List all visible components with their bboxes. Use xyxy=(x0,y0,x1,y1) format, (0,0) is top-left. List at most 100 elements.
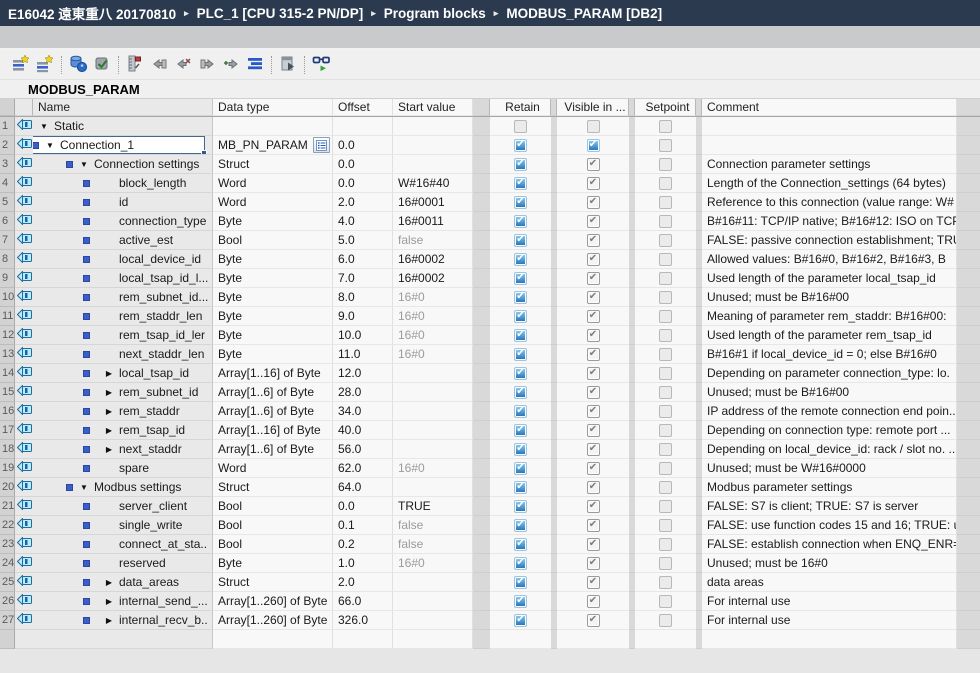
offset-cell[interactable]: 11.0 xyxy=(333,345,393,364)
table-row[interactable]: 13next_staddr_lenByte11.016#0✔✔B#16#1 if… xyxy=(0,345,980,364)
data-type-cell[interactable]: Byte xyxy=(213,269,333,288)
table-row[interactable]: 11rem_staddr_lenByte9.016#0✔✔Meaning of … xyxy=(0,307,980,326)
row-number[interactable]: 14 xyxy=(0,364,15,383)
table-row[interactable]: 23connect_at_sta..Bool0.2false✔✔FALSE: e… xyxy=(0,535,980,554)
name-cell[interactable]: rem_staddr_len xyxy=(33,307,213,326)
comment-cell[interactable]: Depending on connection type: remote por… xyxy=(702,421,957,440)
breadcrumb-item[interactable]: MODBUS_PARAM [DB2] xyxy=(506,6,662,21)
table-row[interactable]: 6connection_typeByte4.016#0011✔✔B#16#11:… xyxy=(0,212,980,231)
comment-cell[interactable]: Modbus parameter settings xyxy=(702,478,957,497)
name-cell[interactable]: single_write xyxy=(33,516,213,535)
retain-checkbox[interactable]: ✔ xyxy=(514,196,527,209)
offset-cell[interactable]: 4.0 xyxy=(333,212,393,231)
table-row[interactable]: 12rem_tsap_id_lerByte10.016#0✔✔Used leng… xyxy=(0,326,980,345)
name-cell[interactable]: reserved xyxy=(33,554,213,573)
row-number[interactable]: 7 xyxy=(0,231,15,250)
name-cell[interactable]: ▶rem_subnet_id xyxy=(33,383,213,402)
data-type-cell[interactable]: Byte xyxy=(213,345,333,364)
data-type-cell[interactable]: Struct xyxy=(213,478,333,497)
retain-checkbox[interactable]: ✔ xyxy=(514,595,527,608)
start-value-cell[interactable]: 16#0 xyxy=(393,459,473,478)
offset-cell[interactable]: 6.0 xyxy=(333,250,393,269)
retain-checkbox[interactable]: ✔ xyxy=(514,462,527,475)
offset-cell[interactable]: 64.0 xyxy=(333,478,393,497)
retain-checkbox[interactable]: ✔ xyxy=(514,348,527,361)
offset-cell[interactable]: 7.0 xyxy=(333,269,393,288)
name-edit-box[interactable]: ▼Connection_1 xyxy=(33,136,205,154)
table-row[interactable]: 10rem_subnet_id...Byte8.016#0✔✔Unused; m… xyxy=(0,288,980,307)
comment-cell[interactable] xyxy=(702,136,957,155)
comment-cell[interactable]: Unused; must be 16#0 xyxy=(702,554,957,573)
comment-cell[interactable]: Used length of the parameter rem_tsap_id xyxy=(702,326,957,345)
table-row[interactable]: 26▶internal_send_...Array[1..260] of Byt… xyxy=(0,592,980,611)
retain-checkbox[interactable]: ✔ xyxy=(514,614,527,627)
table-row[interactable]: 21server_clientBool0.0TRUE✔✔FALSE: S7 is… xyxy=(0,497,980,516)
data-type-cell[interactable]: Word xyxy=(213,459,333,478)
header-retain[interactable]: Retain xyxy=(490,99,551,116)
row-number[interactable]: 15 xyxy=(0,383,15,402)
data-type-cell[interactable]: Byte xyxy=(213,554,333,573)
retain-checkbox[interactable]: ✔ xyxy=(514,500,527,513)
table-row[interactable]: 2▼Connection_1MB_PN_PARAM0.0✔✔ xyxy=(0,136,980,155)
copy-start-to-actual-button[interactable] xyxy=(195,53,219,77)
name-cell[interactable]: server_client xyxy=(33,497,213,516)
expand-icon[interactable]: ▶ xyxy=(102,426,116,435)
header-comment[interactable]: Comment xyxy=(702,99,957,116)
expand-icon[interactable]: ▶ xyxy=(102,388,116,397)
offset-cell[interactable]: 34.0 xyxy=(333,402,393,421)
name-cell[interactable]: next_staddr_len xyxy=(33,345,213,364)
offset-cell[interactable]: 5.0 xyxy=(333,231,393,250)
keep-actual-values-button[interactable]: * xyxy=(66,53,90,77)
comment-cell[interactable] xyxy=(702,117,957,136)
comment-cell[interactable]: For internal use xyxy=(702,611,957,630)
table-row[interactable]: 17▶rem_tsap_idArray[1..16] of Byte40.0✔✔… xyxy=(0,421,980,440)
name-cell[interactable]: ▶rem_staddr xyxy=(33,402,213,421)
comment-cell[interactable]: Allowed values: B#16#0, B#16#2, B#16#3, … xyxy=(702,250,957,269)
offset-cell[interactable]: 0.0 xyxy=(333,497,393,516)
download-without-reinit-button[interactable] xyxy=(276,53,300,77)
comment-cell[interactable]: Used length of the parameter local_tsap_… xyxy=(702,269,957,288)
comment-cell[interactable]: For internal use xyxy=(702,592,957,611)
collapse-icon[interactable]: ▼ xyxy=(37,122,51,131)
data-type-cell[interactable]: Array[1..6] of Byte xyxy=(213,440,333,459)
name-cell[interactable]: connect_at_sta.. xyxy=(33,535,213,554)
row-number[interactable]: 10 xyxy=(0,288,15,307)
row-number[interactable]: 12 xyxy=(0,326,15,345)
row-number[interactable]: 5 xyxy=(0,193,15,212)
expand-icon[interactable]: ▶ xyxy=(102,578,116,587)
table-row[interactable]: 22single_writeBool0.1false✔✔FALSE: use f… xyxy=(0,516,980,535)
row-number[interactable]: 11 xyxy=(0,307,15,326)
name-cell[interactable]: spare xyxy=(33,459,213,478)
comment-cell[interactable]: B#16#11: TCP/IP native; B#16#12: ISO on … xyxy=(702,212,957,231)
start-value-cell[interactable]: 16#0011 xyxy=(393,212,473,231)
copy-start-to-actual-add-button[interactable] xyxy=(219,53,243,77)
start-value-cell[interactable]: 16#0002 xyxy=(393,250,473,269)
table-row[interactable]: 20▼Modbus settingsStruct64.0✔✔Modbus par… xyxy=(0,478,980,497)
data-type-cell[interactable]: Byte xyxy=(213,307,333,326)
row-number[interactable]: 27 xyxy=(0,611,15,630)
offset-cell[interactable] xyxy=(333,117,393,136)
expand-icon[interactable]: ▶ xyxy=(102,369,116,378)
offset-cell[interactable]: 12.0 xyxy=(333,364,393,383)
data-type-cell[interactable]: Struct xyxy=(213,573,333,592)
row-number[interactable]: 25 xyxy=(0,573,15,592)
retain-checkbox[interactable]: ✔ xyxy=(514,424,527,437)
row-number[interactable]: 21 xyxy=(0,497,15,516)
start-value-cell[interactable] xyxy=(393,402,473,421)
offset-cell[interactable]: 0.0 xyxy=(333,136,393,155)
retain-checkbox[interactable]: ✔ xyxy=(514,576,527,589)
offset-cell[interactable]: 326.0 xyxy=(333,611,393,630)
table-row[interactable]: 25▶data_areasStruct2.0✔✔data areas xyxy=(0,573,980,592)
header-offset[interactable]: Offset xyxy=(333,99,393,116)
copy-snapshots-button[interactable] xyxy=(123,53,147,77)
name-cell[interactable]: id xyxy=(33,193,213,212)
retain-checkbox[interactable]: ✔ xyxy=(514,139,527,152)
row-number[interactable]: 18 xyxy=(0,440,15,459)
comment-cell[interactable]: Depending on local_device_id: rack / slo… xyxy=(702,440,957,459)
start-value-cell[interactable] xyxy=(393,383,473,402)
start-value-cell[interactable] xyxy=(393,421,473,440)
expand-icon[interactable]: ▶ xyxy=(102,407,116,416)
comment-cell[interactable]: FALSE: use function codes 15 and 16; TRU… xyxy=(702,516,957,535)
retain-checkbox[interactable]: ✔ xyxy=(514,329,527,342)
breadcrumb-item[interactable]: PLC_1 [CPU 315-2 PN/DP] xyxy=(197,6,364,21)
